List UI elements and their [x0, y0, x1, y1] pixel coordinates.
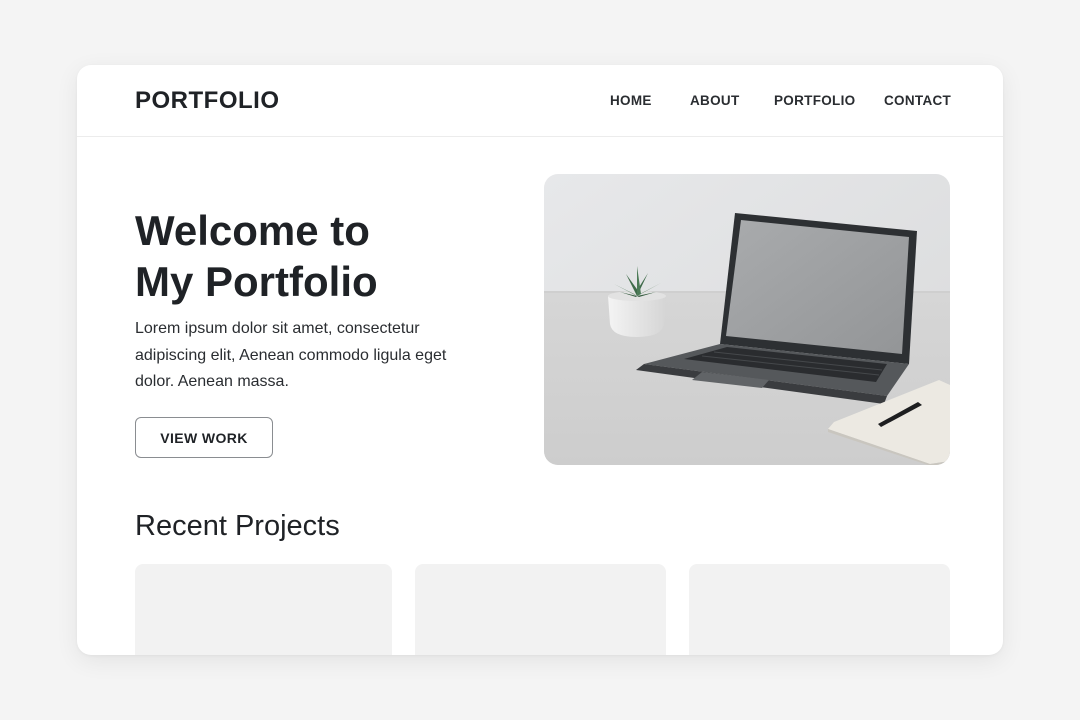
nav-portfolio[interactable]: PORTFOLIO [774, 93, 855, 108]
hero-title-line-1: Welcome to [135, 207, 370, 254]
nav-about[interactable]: ABOUT [690, 93, 740, 108]
project-card[interactable] [415, 564, 666, 655]
hero-image [544, 174, 950, 465]
nav-contact[interactable]: CONTACT [884, 93, 951, 108]
site-logo[interactable]: PORTFOLIO [135, 87, 280, 115]
laptop-workspace-photo [544, 174, 950, 465]
project-card[interactable] [689, 564, 950, 655]
hero-description: Lorem ipsum dolor sit amet, consectetur … [135, 320, 447, 390]
project-card[interactable] [135, 564, 392, 655]
recent-projects-heading: Recent Projects [135, 510, 340, 542]
site-header: PORTFOLIO HOME ABOUT PORTFOLIO CONTACT [77, 65, 1003, 137]
nav-home[interactable]: HOME [610, 93, 652, 108]
hero-title-line-2: My Portfolio [135, 258, 378, 305]
browser-window: PORTFOLIO HOME ABOUT PORTFOLIO CONTACT W… [77, 65, 1003, 655]
view-work-button[interactable]: VIEW WORK [135, 417, 273, 458]
hero-title: Welcome to My Portfolio [135, 205, 495, 307]
